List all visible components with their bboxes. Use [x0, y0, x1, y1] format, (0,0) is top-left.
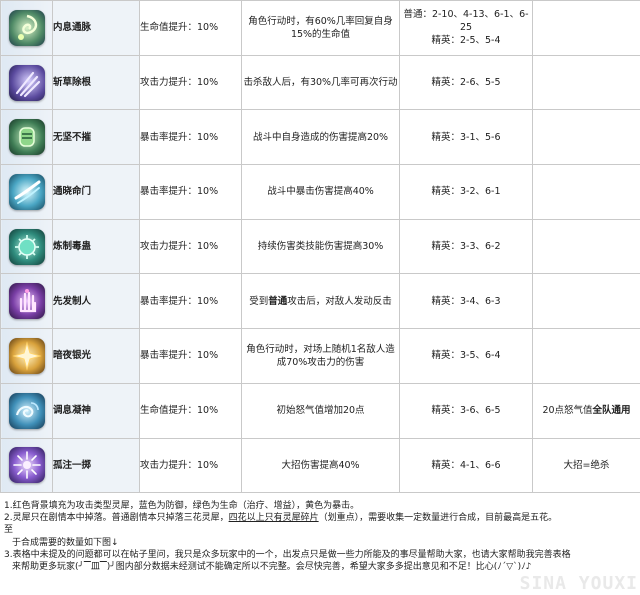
skill-name: 通晓命门 [52, 164, 140, 220]
table-row: 孤注一掷 攻击力提升：10% 大招伤害提高40% 精英：4-1、6-6 大招=绝… [0, 437, 640, 494]
skill-stat: 攻击力提升：10% [139, 218, 242, 275]
stage-elite: 精英：3-5、6-4 [431, 350, 501, 362]
skill-stat: 暴击率提升：10% [139, 273, 242, 330]
note-2b: 于合成需要的数量如下图↓ [12, 537, 119, 548]
table-row: 斩草除根 攻击力提升：10% 击杀敌人后，有30%几率可再次行动 精英：2-6、… [0, 54, 640, 111]
keyword-normal: 普通 [268, 295, 288, 307]
skill-stage: 普通：2-10、4-13、6-1、6-25 精英：2-5、5-4 [399, 0, 533, 56]
skill-note [532, 218, 640, 275]
stage-elite: 精英：4-1、6-6 [431, 459, 501, 471]
skill-desc: 战斗中自身造成的伤害提高20% [241, 109, 400, 166]
skill-name: 内息通脉 [52, 0, 140, 56]
hand-purple-icon [8, 283, 45, 320]
skill-stat: 攻击力提升：10% [139, 54, 242, 111]
table-row: 先发制人 暴击率提升：10% 受到普通攻击后，对敌人发动反击 精英：3-4、6-… [0, 273, 640, 330]
skill-note [532, 0, 640, 56]
note-4: 来帮助更多玩家(╯▔皿▔)╯图内部分数据未经测试不能确定所以不完整。会尽快完善，… [12, 562, 532, 573]
skill-desc: 击杀敌人后，有30%几率可再次行动 [241, 54, 400, 111]
poison-teal-icon [8, 228, 45, 265]
skill-name: 孤注一掷 [52, 437, 140, 494]
skill-stat: 生命值提升：10% [139, 0, 242, 56]
skill-stat: 暴击率提升：10% [139, 109, 242, 166]
skill-desc: 持续伤害类技能伤害提高30% [241, 218, 400, 275]
claw-purple-icon [8, 64, 45, 101]
stage-elite: 精英：3-6、6-5 [431, 405, 501, 417]
table-row: 通晓命门 暴击率提升：10% 战斗中暴击伤害提高40% 精英：3-2、6-1 [0, 164, 640, 220]
stage-normal: 普通：2-10、4-13、6-1、6-25 [403, 9, 529, 34]
skill-stat: 攻击力提升：10% [139, 437, 242, 494]
star-gold-icon [8, 337, 45, 374]
skill-stage: 精英：4-1、6-6 [399, 437, 533, 494]
skill-stat: 暴击率提升：10% [139, 328, 242, 384]
skill-desc: 角色行动时，对场上随机1名敌人造成70%攻击力的伤害 [241, 328, 400, 384]
stage-elite: 精英：2-6、5-5 [431, 77, 501, 89]
table-row: 内息通脉 生命值提升：10% 角色行动时，有60%几率回复自身15%的生命值 普… [0, 0, 640, 56]
skill-name: 调息凝神 [52, 382, 140, 439]
stage-elite: 精英：2-5、5-4 [431, 35, 501, 47]
skill-stage: 精英：2-6、5-5 [399, 54, 533, 111]
slash-cyan-icon [8, 173, 45, 210]
skill-note [532, 328, 640, 384]
note-3: 3.表格中未提及的问题都可以在帖子里问，我只是众多玩家中的一个，出发点只是做一些… [4, 549, 571, 560]
skill-name: 先发制人 [52, 273, 140, 330]
skill-stage: 精英：3-3、6-2 [399, 218, 533, 275]
skill-stat: 生命值提升：10% [139, 382, 242, 439]
stage-elite: 精英：3-1、5-6 [431, 131, 501, 143]
skill-name: 无坚不摧 [52, 109, 140, 166]
skill-note [532, 273, 640, 330]
watermark-logo: SINA YOUXI [519, 573, 638, 594]
skill-name: 炼制毒蛊 [52, 218, 140, 275]
skill-desc: 大招伤害提高40% [241, 437, 400, 494]
skill-stage: 精英：3-1、5-6 [399, 109, 533, 166]
stage-elite: 精英：3-3、6-2 [431, 241, 501, 253]
skill-stage: 精英：3-6、6-5 [399, 382, 533, 439]
note-1: 1.红色背景填充为攻击类型灵犀，蓝色为防御，绿色为生命（治疗、增益），黄色为暴击… [4, 501, 360, 511]
skill-stat: 暴击率提升：10% [139, 164, 242, 220]
skill-note: 大招=绝杀 [532, 437, 640, 494]
wave-blue-icon [8, 392, 45, 429]
stage-elite: 精英：3-2、6-1 [431, 186, 501, 198]
skill-desc: 受到普通攻击后，对敌人发动反击 [241, 273, 400, 330]
swirl-green-icon [8, 9, 45, 46]
skill-name: 斩草除根 [52, 54, 140, 111]
footnotes: 1.红色背景填充为攻击类型灵犀，蓝色为防御，绿色为生命（治疗、增益），黄色为暴击… [4, 500, 636, 573]
gauntlet-green-icon [8, 119, 45, 156]
skill-note: 20点怒气值全队通用 [532, 382, 640, 439]
skill-note [532, 54, 640, 111]
skill-desc: 战斗中暴击伤害提高40% [241, 164, 400, 220]
table-row: 调息凝神 生命值提升：10% 初始怒气值增加20点 精英：3-6、6-5 20点… [0, 382, 640, 439]
skill-desc: 初始怒气值增加20点 [241, 382, 400, 439]
note-2-highlight: 四花以上只有灵犀碎片 [228, 513, 319, 524]
skill-desc: 角色行动时，有60%几率回复自身15%的生命值 [241, 0, 400, 56]
skill-stage: 精英：3-5、6-4 [399, 328, 533, 384]
skill-note [532, 164, 640, 220]
skill-name: 暗夜银光 [52, 328, 140, 384]
skill-stage: 精英：3-4、6-3 [399, 273, 533, 330]
table-row: 无坚不摧 暴击率提升：10% 战斗中自身造成的伤害提高20% 精英：3-1、5-… [0, 109, 640, 166]
keyword-team: 全队通用 [592, 405, 631, 417]
skill-stage: 精英：3-2、6-1 [399, 164, 533, 220]
note-2-tail: 至 [4, 525, 14, 536]
table-row: 炼制毒蛊 攻击力提升：10% 持续伤害类技能伤害提高30% 精英：3-3、6-2 [0, 218, 640, 275]
table-row: 暗夜银光 暴击率提升：10% 角色行动时，对场上随机1名敌人造成70%攻击力的伤… [0, 328, 640, 384]
note-2: 2.灵犀只在剧情本中掉落。普通剧情本只掉落三花灵犀，四花以上只有灵犀碎片（划重点… [4, 513, 558, 524]
skills-table: 内息通脉 生命值提升：10% 角色行动时，有60%几率回复自身15%的生命值 普… [0, 0, 640, 494]
stage-elite: 精英：3-4、6-3 [431, 295, 501, 307]
skill-note [532, 109, 640, 166]
burst-violet-icon [8, 447, 45, 484]
